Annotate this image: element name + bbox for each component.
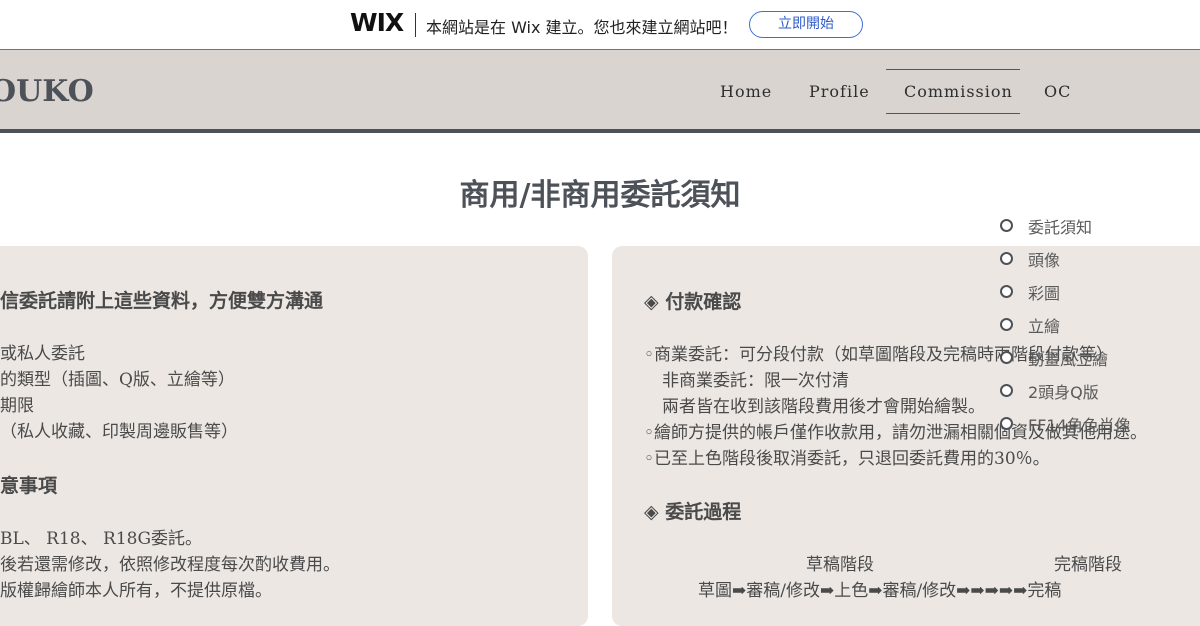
payment-line: 兩者皆在收到該階段費用後才會開始繪製。 <box>662 397 985 417</box>
stage-label-draft: 草稿階段 <box>806 555 874 575</box>
page-title: 商用/非商用委託須知 <box>459 178 741 213</box>
requirement-line: 的類型（插圖、Q版、立繪等） <box>0 370 235 390</box>
anchor-label: 委託須知 <box>1028 218 1093 237</box>
anchor-label: 彩圖 <box>1028 284 1061 303</box>
payment-line: 非商業委託：限一次付清 <box>662 371 849 391</box>
requirement-line: 期限 <box>0 396 34 416</box>
site-header: OUKO Home Profile Commission OC <box>0 50 1200 133</box>
anchor-label: 頭像 <box>1028 251 1061 270</box>
anchor-dot-icon <box>1000 351 1013 364</box>
nav-item-profile[interactable]: Profile <box>809 82 870 101</box>
anchor-dot-icon <box>1000 219 1013 232</box>
anchor-label: 2頭身Q版 <box>1028 383 1099 402</box>
note-line: 版權歸繪師本人所有，不提供原檔。 <box>0 581 272 601</box>
wix-divider <box>415 13 416 37</box>
anchor-dot-icon <box>1000 285 1013 298</box>
anchor-label: 動畫風立繪 <box>1028 350 1109 369</box>
payment-card: ◈ 付款確認 ◦商業委託：可分段付款（如草圖階段及完稿時兩階段付款等） 非商業委… <box>612 246 1200 626</box>
nav-item-home[interactable]: Home <box>720 82 772 101</box>
process-flow: 草圖➡審稿/修改➡上色➡審稿/修改➡➡➡➡➡完稿 <box>698 581 1062 601</box>
requirement-line: （私人收藏、印製周邊販售等） <box>0 422 238 442</box>
nav-item-commission[interactable]: Commission <box>904 82 1013 101</box>
wix-logo[interactable]: WIX <box>350 8 404 37</box>
payment-heading: ◈ 付款確認 <box>644 291 742 313</box>
process-heading: ◈ 委託過程 <box>644 501 742 523</box>
requirements-card: 信委託請附上這些資料，方便雙方溝通 或私人委託 的類型（插圖、Q版、立繪等） 期… <box>0 246 588 626</box>
note-line: BL、 R18、 R18G委託。 <box>0 529 203 549</box>
notes-heading: 意事項 <box>0 475 58 497</box>
anchor-label: 立繪 <box>1028 317 1061 336</box>
site-logo[interactable]: OUKO <box>0 74 94 109</box>
wix-banner-message: 本網站是在 Wix 建立。您也來建立網站吧！ <box>426 18 738 37</box>
wix-banner: WIX 本網站是在 Wix 建立。您也來建立網站吧！ 立即開始 <box>0 0 1200 50</box>
anchor-dot-icon <box>1000 318 1013 331</box>
anchor-dot-icon <box>1000 252 1013 265</box>
nav-item-oc[interactable]: OC <box>1044 82 1071 101</box>
anchor-dot-icon <box>1000 384 1013 397</box>
start-now-button[interactable]: 立即開始 <box>749 11 863 38</box>
requirements-heading: 信委託請附上這些資料，方便雙方溝通 <box>0 290 324 312</box>
note-line: 後若還需修改，依照修改程度每次酌收費用。 <box>0 555 340 575</box>
anchor-label: FF14角色肖像 <box>1028 416 1131 435</box>
payment-line: ◦已至上色階段後取消委託，只退回委託費用的30％。 <box>644 449 1050 469</box>
requirement-line: 或私人委託 <box>0 344 85 364</box>
stage-label-final: 完稿階段 <box>1054 555 1122 575</box>
anchor-dot-icon <box>1000 417 1013 430</box>
